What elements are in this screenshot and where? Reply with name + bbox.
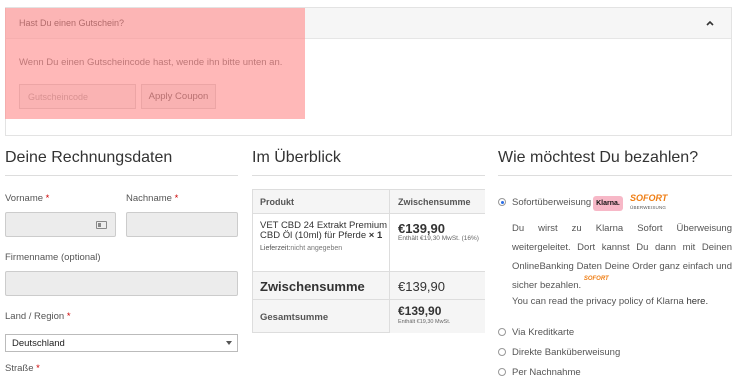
subtotal-label: Zwischensumme [260,279,365,294]
product-price: €139,90 [398,221,445,236]
overview-heading: Im Überblick [252,149,485,176]
dropdown-arrow-icon [226,341,232,345]
firstname-label: Vorname * [5,193,50,204]
firstname-input[interactable] [5,212,116,237]
radio-sofort[interactable] [498,198,506,206]
bank-transfer-label[interactable]: Direkte Banküberweisung [512,347,620,358]
privacy-link[interactable]: here. [686,296,708,307]
cod-label[interactable]: Per Nachnahme [512,367,581,378]
coupon-panel: Hast Du einen Gutschein? Wenn Du einen G… [5,7,732,136]
lastname-label: Nachname * [126,193,179,204]
delivery-time: Lieferzeit:nicht angegeben [260,245,343,252]
total-row: Gesamtsumme €139,90 Enthält €19,30 MwSt. [253,300,485,333]
col-subtotal-header: Zwischensumme [398,197,471,207]
coupon-code-input[interactable] [19,84,136,109]
product-name: VET CBD 24 Extrakt Premium CBD Öl (10ml)… [260,220,388,241]
billing-heading: Deine Rechnungsdaten [5,149,238,176]
lastname-input[interactable] [126,212,238,237]
subtotal-value: €139,90 [398,279,445,294]
payment-heading: Wie möchtest Du bezahlen? [498,149,732,176]
sofort-mini-logo: SOFORT [583,276,609,282]
klarna-logo: Klarna. [593,196,623,211]
sofort-label: Sofortüberweisung [512,197,592,208]
sofort-description: Du wirst zu Klarna Sofort Überweisung we… [512,223,732,291]
apply-coupon-button[interactable]: Apply Coupon [141,84,216,109]
table-header-row: Produkt Zwischensumme [253,190,485,214]
total-label: Gesamtsumme [260,312,329,323]
radio-cod[interactable] [498,368,506,376]
company-input[interactable] [5,271,238,296]
sofort-logo: SOFORT ÜBERWEISUNG [630,193,668,211]
privacy-note: You can read the privacy policy of Klarn… [512,296,709,307]
table-row: VET CBD 24 Extrakt Premium CBD Öl (10ml)… [253,214,485,272]
country-select[interactable]: Deutschland [5,334,238,352]
coupon-title: Hast Du einen Gutschein? [19,18,125,28]
total-value: €139,90 [398,304,442,318]
credit-card-label[interactable]: Via Kreditkarte [512,327,574,338]
total-tax-note: Enthält €19,30 MwSt. [398,319,451,325]
radio-credit-card[interactable] [498,328,506,336]
coupon-toggle[interactable]: Hast Du einen Gutschein? [6,8,731,39]
coupon-instructions: Wenn Du einen Gutscheincode hast, wende … [19,57,283,68]
subtotal-row: Zwischensumme €139,90 [253,272,485,300]
company-label: Firmenname (optional) [5,252,101,263]
radio-bank-transfer[interactable] [498,348,506,356]
country-select-value: Deutschland [12,338,65,349]
contact-card-icon[interactable] [96,221,107,229]
product-tax-note: Enthält €19,30 MwSt. (16%) [398,235,479,242]
chevron-up-icon[interactable] [705,18,715,28]
country-label: Land / Region * [5,311,71,322]
col-product-header: Produkt [260,197,295,207]
order-summary-table: Produkt Zwischensumme VET CBD 24 Extrakt… [252,189,485,333]
street-label: Straße * [5,363,40,374]
